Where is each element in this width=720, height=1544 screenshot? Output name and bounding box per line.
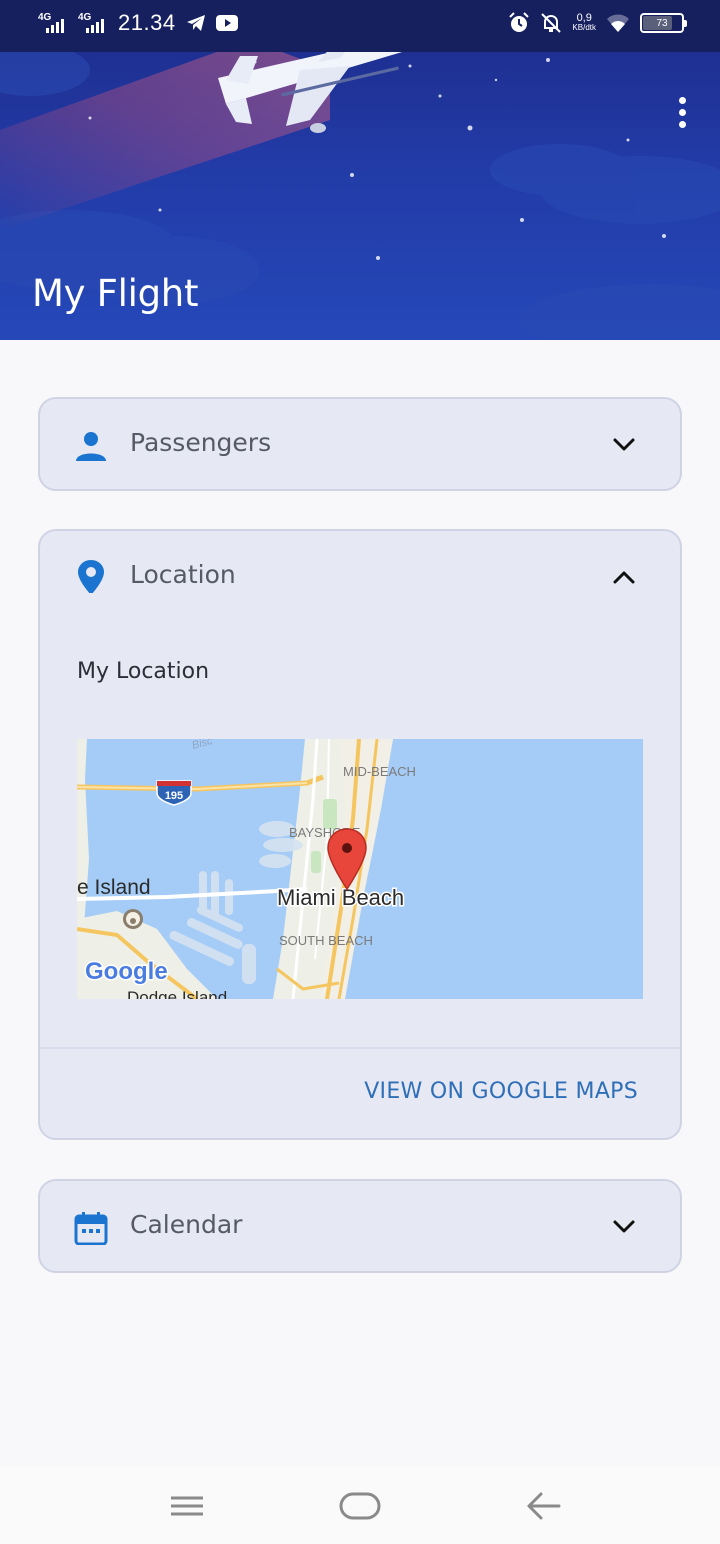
- chevron-down-icon[interactable]: [612, 433, 636, 457]
- map-image: 195 Bisc MID-BEACH BAYSHORE e Island Mia…: [77, 739, 643, 999]
- speed-value: 0,9: [576, 12, 592, 24]
- calendar-icon: [74, 1212, 108, 1245]
- passengers-card: Passengers: [38, 397, 682, 491]
- calendar-label: Calendar: [130, 1210, 243, 1239]
- calendar-card: Calendar: [38, 1179, 682, 1273]
- network-speed: 0,9 KB/dtk: [572, 12, 596, 33]
- location-label: Location: [130, 560, 236, 589]
- back-icon: [527, 1492, 561, 1520]
- more-vert-icon-dot: [678, 108, 686, 116]
- location-pin-icon: [78, 560, 104, 593]
- more-vert-icon-dot: [678, 96, 686, 104]
- map-label-south-beach: SOUTH BEACH: [279, 933, 373, 948]
- home-button[interactable]: [330, 1486, 390, 1526]
- youtube-icon: [215, 15, 238, 31]
- location-header[interactable]: Location: [40, 531, 680, 623]
- page-title: My Flight: [32, 272, 199, 315]
- home-icon: [339, 1492, 381, 1520]
- location-card: Location My Location 195 Bisc MID-BEACH …: [38, 529, 682, 1140]
- calendar-header[interactable]: Calendar: [40, 1181, 680, 1273]
- map-label-mid-beach: MID-BEACH: [343, 764, 416, 779]
- highway-shield-label: 195: [165, 790, 183, 802]
- person-icon: [76, 432, 106, 461]
- passengers-header[interactable]: Passengers: [40, 399, 680, 491]
- google-logo: Google: [85, 958, 168, 985]
- passengers-label: Passengers: [130, 428, 272, 457]
- battery-indicator: 73: [640, 13, 687, 33]
- chevron-up-icon[interactable]: [612, 565, 636, 589]
- more-options-button[interactable]: [670, 92, 694, 132]
- chevron-down-icon[interactable]: [612, 1215, 636, 1239]
- map-preview[interactable]: 195 Bisc MID-BEACH BAYSHORE e Island Mia…: [77, 739, 643, 999]
- recent-apps-button[interactable]: [157, 1486, 217, 1526]
- battery-level: 73: [656, 17, 668, 29]
- signal-icon: 4G: [78, 11, 108, 35]
- status-bar: 4G 4G 21.34 0,9 KB/dtk 73: [0, 0, 720, 52]
- wifi-icon: [607, 14, 629, 32]
- signal-icon: 4G: [38, 11, 68, 35]
- notifications-off-icon: [541, 13, 562, 33]
- back-button[interactable]: [513, 1486, 573, 1526]
- telegram-icon: [186, 15, 205, 31]
- card-divider: [40, 1047, 680, 1049]
- view-on-google-maps-button[interactable]: VIEW ON GOOGLE MAPS: [364, 1079, 638, 1104]
- status-time: 21.34: [118, 10, 176, 35]
- map-label-dodge-island: Dodge Island: [127, 988, 227, 999]
- alarm-icon: [509, 12, 530, 32]
- speed-unit: KB/dtk: [572, 23, 596, 32]
- my-location-title: My Location: [77, 659, 210, 684]
- menu-icon: [171, 1496, 203, 1516]
- system-navigation-bar: [0, 1466, 720, 1544]
- more-vert-icon-dot: [678, 120, 686, 128]
- map-label-miami-beach: Miami Beach: [277, 885, 404, 910]
- map-label-island: e Island: [77, 876, 151, 899]
